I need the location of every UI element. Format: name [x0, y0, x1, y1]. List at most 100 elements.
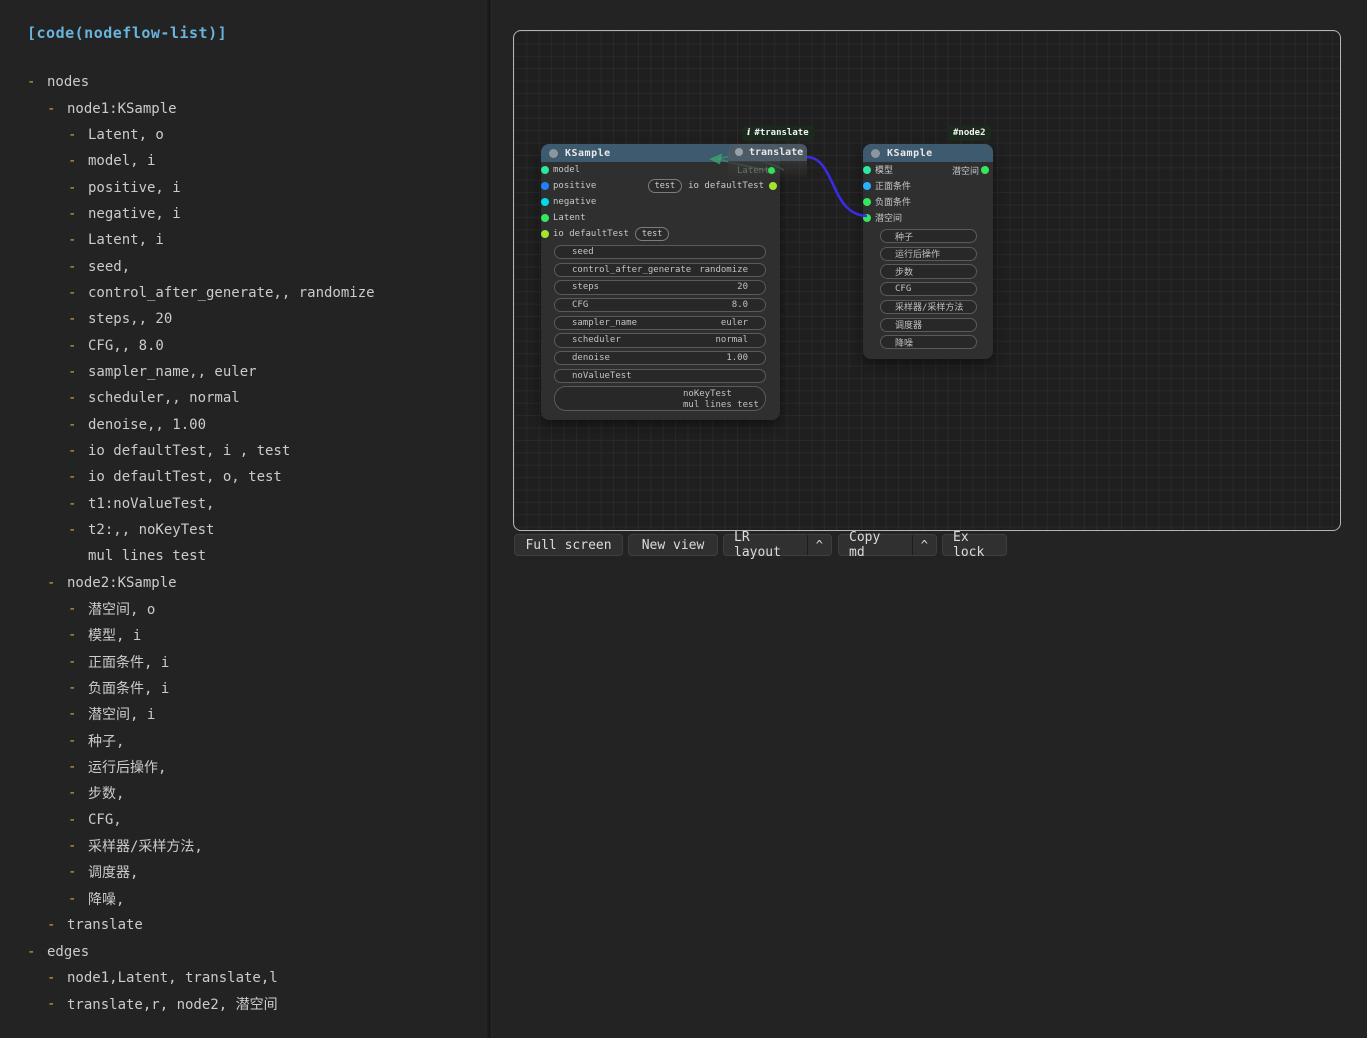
- list-dash: -: [68, 127, 88, 143]
- list-dash: -: [68, 390, 88, 406]
- widget-label: scheduler: [572, 335, 621, 345]
- input-row: 负面条件: [863, 194, 993, 210]
- translate-header[interactable]: translate: [728, 144, 807, 161]
- widget----[interactable]: 调度器: [880, 318, 977, 332]
- list-item: -CFG,: [0, 807, 488, 833]
- widget-sampler-name[interactable]: sampler_nameeuler: [554, 316, 766, 330]
- list-dash: -: [68, 180, 88, 196]
- list-item: -负面条件, i: [0, 675, 488, 701]
- widget-nokeytest-multiline[interactable]: noKeyTestmul lines test: [554, 386, 766, 411]
- node2-header[interactable]: KSample: [863, 144, 993, 162]
- list-item-text: denoise,, 1.00: [88, 417, 206, 433]
- list-dash: -: [68, 627, 88, 643]
- lr-layout-button[interactable]: LR layout ^: [723, 534, 832, 556]
- list-dash: -: [68, 443, 88, 459]
- widget------[interactable]: 运行后操作: [880, 247, 977, 261]
- widget-label: CFG: [895, 284, 911, 294]
- widget-scheduler[interactable]: schedulernormal: [554, 333, 766, 347]
- list-item: -seed,: [0, 253, 488, 279]
- panel-title: [code(nodeflow-list)]: [27, 24, 227, 42]
- copy-md-button[interactable]: Copy md ^: [838, 534, 937, 556]
- widget-value: 1.00: [726, 353, 748, 363]
- list-item: -sampler_name,, euler: [0, 359, 488, 385]
- ex-lock-button[interactable]: Ex lock: [942, 534, 1007, 556]
- widget---[interactable]: 步数: [880, 264, 977, 278]
- widget-steps[interactable]: steps20: [554, 280, 766, 294]
- node-node2-ksample[interactable]: KSample 模型正面条件负面条件潜空间 潜空间 种子运行后操作步数CFG采样…: [863, 144, 993, 359]
- input-port[interactable]: [541, 230, 549, 238]
- widget-value: euler: [721, 318, 748, 328]
- input-label: 负面条件: [875, 195, 911, 208]
- widget-label: 步数: [895, 265, 913, 278]
- node2-output-row: 潜空间: [952, 162, 993, 178]
- input-label: 正面条件: [875, 179, 911, 192]
- node-node1-ksample[interactable]: KSample modelpositivenegativeLatentio de…: [541, 144, 780, 420]
- list-item: -model, i: [0, 148, 488, 174]
- widget-cfg[interactable]: CFG8.0: [554, 298, 766, 312]
- caret-up-icon[interactable]: ^: [807, 535, 831, 555]
- collapse-dot-icon[interactable]: [735, 148, 743, 156]
- input-port[interactable]: [863, 198, 871, 206]
- translate-latent-label: Latent: [737, 166, 770, 176]
- list-item-text: 潜空间, o: [88, 599, 155, 619]
- input-port[interactable]: [541, 198, 549, 206]
- input-port[interactable]: [541, 214, 549, 222]
- collapse-dot-icon[interactable]: [871, 149, 880, 158]
- input-port[interactable]: [863, 182, 871, 190]
- list-dash: -: [68, 232, 88, 248]
- collapse-dot-icon[interactable]: [549, 149, 558, 158]
- list-dash: -: [27, 944, 47, 960]
- list-item: -node2:KSample: [0, 570, 488, 596]
- list-item-text: mul lines test: [88, 548, 206, 564]
- list-item: -Latent, i: [0, 227, 488, 253]
- list-dash: -: [68, 153, 88, 169]
- widget-seed[interactable]: seed: [554, 245, 766, 259]
- widget-label: 种子: [895, 230, 913, 243]
- list-item-text: translate: [67, 917, 143, 933]
- node2-output-port[interactable]: [981, 166, 989, 174]
- list-item-text: positive, i: [88, 180, 181, 196]
- caret-up-icon[interactable]: ^: [912, 535, 936, 555]
- list-item: -种子,: [0, 728, 488, 754]
- list-item: -Latent, o: [0, 122, 488, 148]
- list-item-text: 潜空间, i: [88, 704, 155, 724]
- node1-output-port[interactable]: [769, 182, 777, 190]
- list-item: -translate,r, node2, 潜空间: [0, 991, 488, 1017]
- input-port[interactable]: [863, 214, 871, 222]
- list-item-text: 采样器/采样方法,: [88, 836, 203, 856]
- widget-novaluetest[interactable]: noValueTest: [554, 369, 766, 383]
- input-port[interactable]: [863, 166, 871, 174]
- widget---------[interactable]: 采样器/采样方法: [880, 300, 977, 314]
- translate-body: Latent: [728, 161, 807, 181]
- widget-cfg[interactable]: CFG: [880, 282, 977, 296]
- list-dash: -: [47, 101, 67, 117]
- list-item-text: t1:noValueTest,: [88, 496, 214, 512]
- list-item-text: 运行后操作,: [88, 757, 166, 777]
- list-item: -denoise,, 1.00: [0, 411, 488, 437]
- widget-label: 调度器: [895, 318, 922, 331]
- input-port[interactable]: [541, 182, 549, 190]
- panel-splitter[interactable]: [487, 0, 492, 1038]
- widget---[interactable]: 降噪: [880, 335, 977, 349]
- widget---[interactable]: 种子: [880, 229, 977, 243]
- list-dash: -: [68, 364, 88, 380]
- node-translate[interactable]: translate Latent: [728, 144, 807, 181]
- full-screen-button[interactable]: Full screen: [514, 534, 623, 556]
- list-dash: -: [68, 838, 88, 854]
- list-dash: -: [68, 417, 88, 433]
- widget-multiline-text: noKeyTest: [683, 389, 765, 400]
- list-dash: -: [68, 338, 88, 354]
- widget-multiline-text: mul lines test: [683, 400, 765, 411]
- widget-denoise[interactable]: denoise 1.00: [554, 351, 766, 365]
- list-item-text: Latent, i: [88, 232, 164, 248]
- var-i-icon: i: [747, 128, 750, 138]
- translate-output-port[interactable]: [768, 167, 775, 174]
- node-graph-canvas[interactable]: KSample modelpositivenegativeLatentio de…: [513, 30, 1341, 531]
- list-item-text: io defaultTest, o, test: [88, 469, 282, 485]
- widget-label: denoise: [572, 353, 610, 363]
- widget-control-after-generate[interactable]: control_after_generaterandomize: [554, 263, 766, 277]
- input-port[interactable]: [541, 166, 549, 174]
- node2-output-label: 潜空间: [952, 164, 979, 177]
- new-view-button[interactable]: New view: [628, 534, 718, 556]
- list-item: -模型, i: [0, 622, 488, 648]
